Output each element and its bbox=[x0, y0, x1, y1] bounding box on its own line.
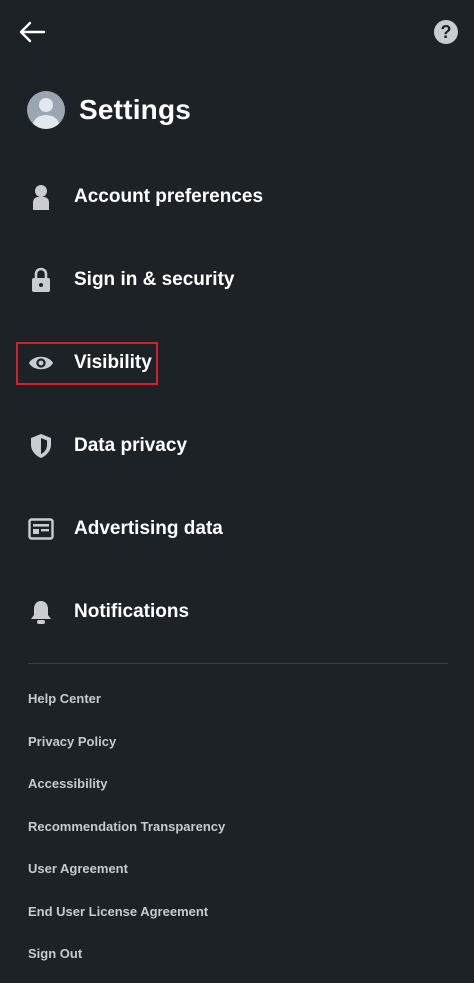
link-user-agreement[interactable]: User Agreement bbox=[28, 855, 225, 898]
eye-icon bbox=[28, 350, 54, 376]
link-sign-out[interactable]: Sign Out bbox=[28, 940, 225, 983]
help-icon[interactable]: ? bbox=[434, 20, 458, 44]
ad-card-icon bbox=[28, 516, 54, 542]
arrow-left-icon bbox=[19, 21, 46, 43]
menu-item-sign-in-security[interactable]: Sign in & security bbox=[0, 238, 474, 321]
link-eula[interactable]: End User License Agreement bbox=[28, 898, 225, 941]
page-title: Settings bbox=[79, 94, 192, 125]
avatar[interactable] bbox=[27, 91, 65, 129]
menu-item-label: Sign in & security bbox=[74, 268, 235, 290]
menu-item-label: Visibility bbox=[74, 351, 152, 373]
footer-links: Help Center Privacy Policy Accessibility… bbox=[28, 685, 225, 983]
settings-menu: Account preferences Sign in & security V… bbox=[0, 155, 474, 653]
shield-icon bbox=[28, 433, 54, 459]
page-header: Settings bbox=[27, 90, 191, 130]
person-icon bbox=[28, 184, 54, 210]
bell-icon bbox=[28, 599, 54, 625]
menu-item-visibility[interactable]: Visibility bbox=[0, 321, 474, 404]
link-accessibility[interactable]: Accessibility bbox=[28, 770, 225, 813]
menu-item-advertising-data[interactable]: Advertising data bbox=[0, 487, 474, 570]
menu-item-data-privacy[interactable]: Data privacy bbox=[0, 404, 474, 487]
top-bar: ? bbox=[0, 0, 474, 66]
divider bbox=[28, 663, 448, 664]
menu-item-account-preferences[interactable]: Account preferences bbox=[0, 155, 474, 238]
link-recommendation-transparency[interactable]: Recommendation Transparency bbox=[28, 813, 225, 856]
menu-item-label: Advertising data bbox=[74, 517, 223, 539]
link-privacy-policy[interactable]: Privacy Policy bbox=[28, 728, 225, 771]
menu-item-label: Data privacy bbox=[74, 434, 188, 456]
lock-icon bbox=[28, 267, 54, 293]
link-help-center[interactable]: Help Center bbox=[28, 685, 225, 728]
menu-item-notifications[interactable]: Notifications bbox=[0, 570, 474, 653]
menu-item-label: Notifications bbox=[74, 600, 190, 622]
menu-item-label: Account preferences bbox=[74, 185, 264, 207]
back-button[interactable] bbox=[14, 16, 50, 48]
